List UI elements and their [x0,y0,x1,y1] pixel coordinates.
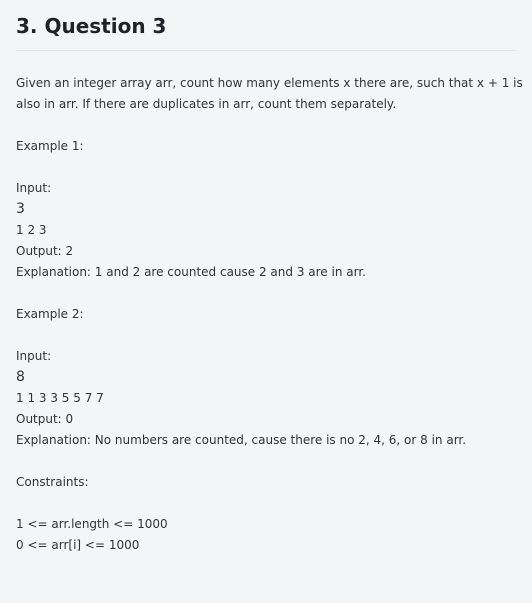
example-1-input-n: 3 [16,201,25,217]
example-1-input-label: Input: [16,181,52,195]
example-1-explanation: Explanation: 1 and 2 are counted cause 2… [16,265,366,279]
description-line-2: also in arr. If there are duplicates in … [16,97,397,111]
example-2-input-label: Input: [16,349,52,363]
question-title: 3. Question 3 [16,14,167,38]
example-1-input-array: 1 2 3 [16,223,47,237]
example-1-heading: Example 1: [16,139,84,153]
example-2-explanation: Explanation: No numbers are counted, cau… [16,433,467,447]
example-2-input-n: 8 [16,369,25,385]
constraint-item: 1 <= arr.length <= 1000 [16,517,168,531]
example-2-input-array: 1 1 3 3 5 5 7 7 [16,391,104,405]
constraints-heading: Constraints: [16,475,89,489]
question-content: Given an integer array arr, count how ma… [16,73,523,556]
description-line-1: Given an integer array arr, count how ma… [16,76,523,90]
example-1-output: Output: 2 [16,244,74,258]
title-divider [16,50,516,51]
question-page: 3. Question 3 Given an integer array arr… [0,0,532,603]
example-2-heading: Example 2: [16,307,84,321]
example-2-output: Output: 0 [16,412,74,426]
constraint-item: 0 <= arr[i] <= 1000 [16,538,140,552]
